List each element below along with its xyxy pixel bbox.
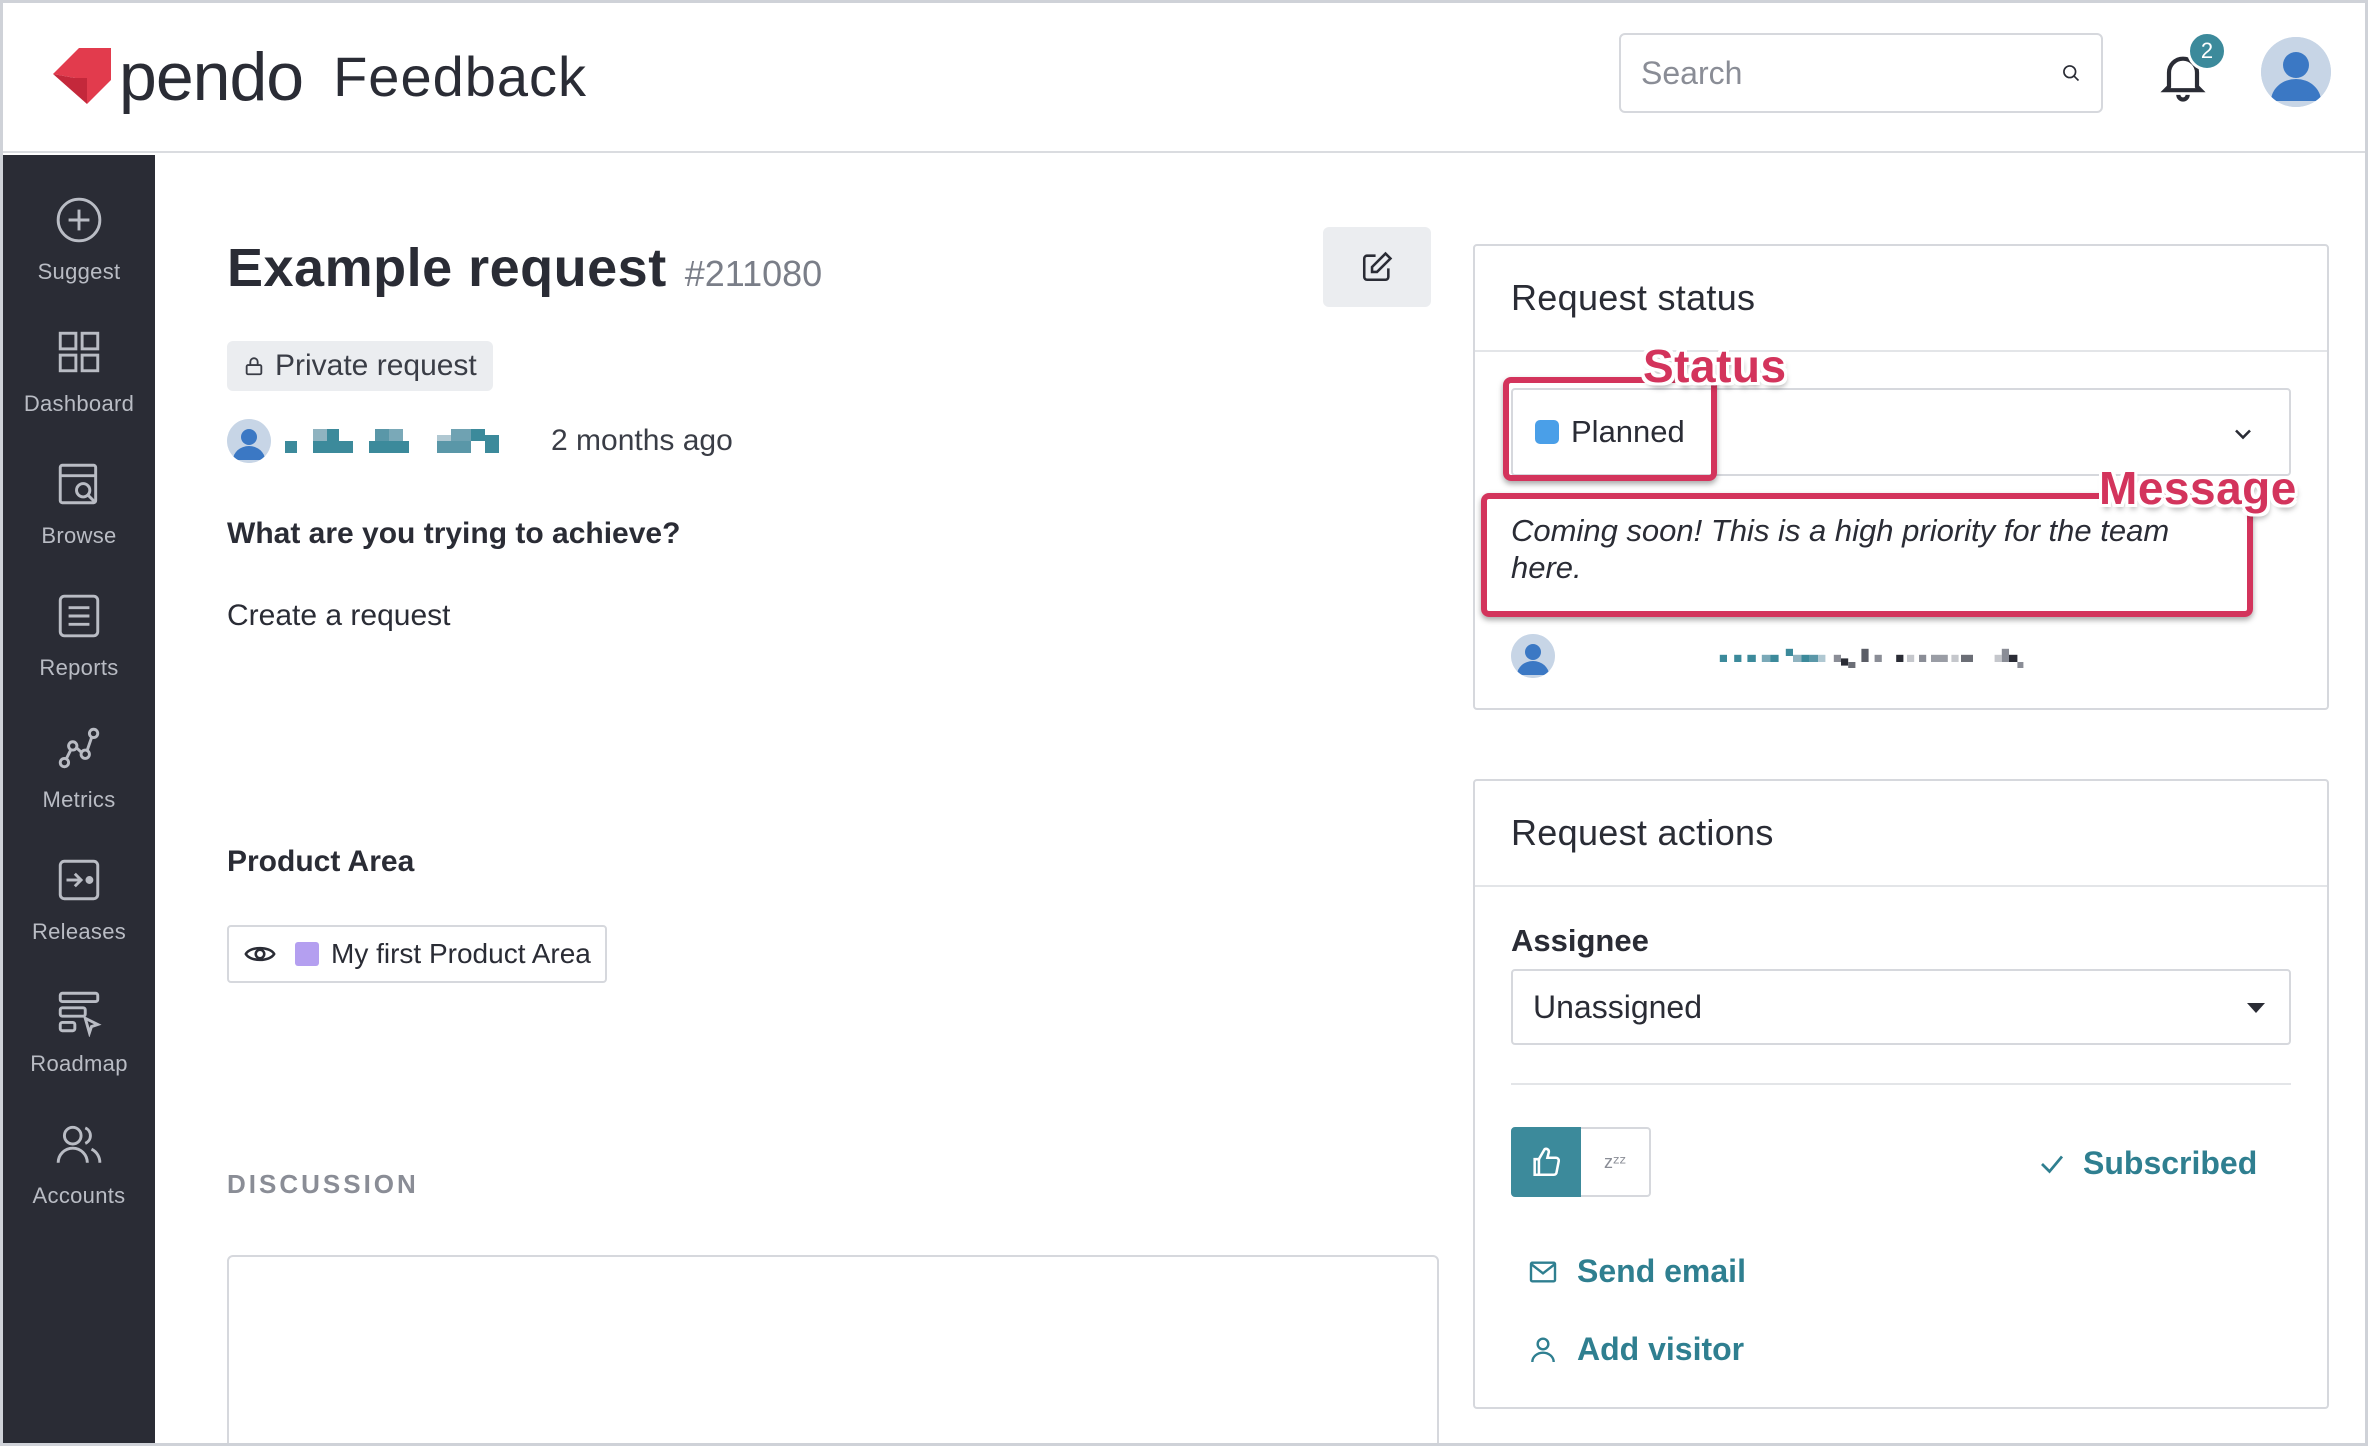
add-visitor-link[interactable]: Add visitor — [1527, 1331, 1744, 1368]
product-area-chip[interactable]: My first Product Area — [227, 925, 607, 983]
sidebar-item-label: Browse — [41, 523, 117, 548]
product-area-label: Product Area — [227, 845, 415, 878]
sidebar-nav: Suggest Dashboard Browse Reports Metrics… — [3, 155, 155, 1443]
user-avatar[interactable] — [2261, 37, 2331, 107]
edit-icon — [1362, 251, 1393, 282]
app-window: pendo Feedback 2 Suggest — [0, 0, 2368, 1446]
status-annotation-label: Status — [1643, 340, 1787, 392]
author-avatar[interactable] — [227, 419, 271, 463]
sidebar-item-label: Accounts — [32, 1183, 126, 1208]
sidebar-item-label: Reports — [39, 655, 119, 680]
product-area-color-swatch — [295, 942, 319, 966]
question-answer: Create a request — [227, 599, 451, 632]
request-title-row: Example request #211080 — [227, 237, 822, 299]
request-status-heading: Request status — [1475, 246, 2327, 352]
sidebar-item-browse[interactable]: Browse — [3, 459, 155, 579]
private-request-badge: Private request — [227, 341, 493, 391]
page-title: Example request — [227, 238, 667, 298]
edit-request-button[interactable] — [1323, 227, 1431, 307]
redacted-author-name — [285, 429, 499, 453]
list-icon — [58, 594, 100, 638]
discussion-box[interactable] — [227, 1255, 1439, 1443]
browse-icon — [58, 463, 98, 505]
chevron-down-icon[interactable] — [2229, 420, 2257, 448]
grid-icon — [58, 331, 100, 373]
request-id: #211080 — [684, 253, 823, 294]
sidebar-item-reports[interactable]: Reports — [3, 591, 155, 711]
send-email-label: Send email — [1577, 1253, 1746, 1289]
pendo-logo-icon — [53, 48, 111, 104]
product-area-name: My first Product Area — [331, 938, 591, 969]
logo-wordmark: pendo — [119, 39, 304, 115]
snooze-button[interactable]: zᶻᶻ — [1581, 1127, 1651, 1197]
metrics-icon — [58, 727, 100, 769]
discussion-heading: DISCUSSION — [227, 1169, 419, 1199]
message-annotation-label: Message — [2099, 462, 2297, 514]
plus-circle-icon — [56, 197, 102, 243]
product-name: Feedback — [333, 45, 588, 108]
notification-count-badge: 2 — [2187, 31, 2227, 71]
sidebar-item-metrics[interactable]: Metrics — [3, 723, 155, 843]
request-actions-heading: Request actions — [1475, 781, 2327, 887]
sidebar-item-roadmap[interactable]: Roadmap — [3, 987, 155, 1107]
request-author-row: 2 months ago — [227, 419, 733, 463]
sidebar-item-label: Dashboard — [23, 391, 135, 416]
checkmark-icon — [2041, 1155, 2064, 1174]
status-author-avatar-icon — [1511, 634, 1555, 678]
request-actions-card: Request actions Assignee Unassigned zᶻᶻ … — [1473, 779, 2329, 1409]
top-bar: pendo Feedback 2 — [3, 3, 2365, 153]
redacted-status-meta — [1719, 648, 2024, 668]
sidebar-item-label: Suggest — [37, 259, 121, 284]
person-icon — [1531, 1336, 1555, 1362]
assignee-label: Assignee — [1511, 923, 1649, 958]
subscribed-toggle[interactable]: Subscribed — [2037, 1145, 2257, 1182]
vote-toggle-group: zᶻᶻ — [1511, 1127, 1651, 1197]
sidebar-item-accounts[interactable]: Accounts — [3, 1119, 155, 1239]
lock-icon — [245, 357, 263, 376]
search-icon[interactable] — [2061, 54, 2081, 92]
sidebar-item-label: Roadmap — [30, 1051, 128, 1076]
caret-down-icon — [2247, 1003, 2265, 1013]
sidebar-item-releases[interactable]: Releases — [3, 855, 155, 975]
upvote-button[interactable] — [1511, 1127, 1581, 1197]
status-author-avatar[interactable] — [1511, 634, 1555, 678]
sidebar-item-label: Metrics — [42, 787, 116, 812]
private-request-label: Private request — [275, 349, 477, 382]
user-avatar-icon — [2261, 37, 2331, 107]
add-visitor-label: Add visitor — [1577, 1331, 1745, 1367]
search-input[interactable] — [1641, 54, 2061, 92]
app-logo[interactable]: pendo Feedback — [49, 43, 587, 111]
assignee-dropdown[interactable]: Unassigned — [1511, 969, 2291, 1045]
releases-icon — [58, 859, 100, 901]
accounts-icon — [56, 1125, 102, 1163]
search-box[interactable] — [1619, 33, 2103, 113]
sidebar-item-suggest[interactable]: Suggest — [3, 195, 155, 315]
sidebar-item-label: Releases — [31, 919, 127, 944]
question-label: What are you trying to achieve? — [227, 517, 681, 550]
thumbs-up-icon — [1533, 1147, 1561, 1177]
send-email-link[interactable]: Send email — [1527, 1253, 1746, 1290]
assignee-value: Unassigned — [1533, 988, 1702, 1025]
mail-icon — [1529, 1260, 1557, 1283]
divider — [1511, 1083, 2291, 1085]
status-author-row — [1511, 634, 2269, 678]
request-time-ago: 2 months ago — [551, 424, 733, 457]
author-avatar-icon — [227, 419, 271, 463]
snooze-icon: zᶻᶻ — [1604, 1151, 1626, 1172]
subscribed-label: Subscribed — [2083, 1145, 2258, 1181]
roadmap-icon — [58, 991, 102, 1037]
sidebar-item-dashboard[interactable]: Dashboard — [3, 327, 155, 447]
eye-icon[interactable] — [243, 937, 277, 971]
